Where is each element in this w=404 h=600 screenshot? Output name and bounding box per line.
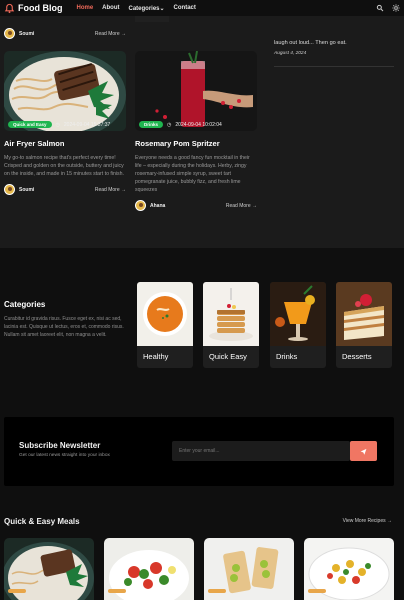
spritzer-drink-image <box>135 51 257 131</box>
recipe-card[interactable] <box>104 538 194 600</box>
author-name: Ahana <box>150 202 166 209</box>
post-image[interactable]: Quick and Easy ◷ 2024-09-04 15:37:37 <box>4 51 126 131</box>
brand-name: Food Blog <box>18 3 63 13</box>
author-name: Soumi <box>19 30 35 37</box>
newsletter-subtitle: Get our latest news straight into your i… <box>19 453 110 458</box>
cake-image <box>336 282 392 346</box>
quick-easy-heading: Quick & Easy Meals <box>4 517 80 526</box>
recipe-card[interactable] <box>4 538 94 600</box>
newsletter-section: Subscribe Newsletter Get our latest news… <box>4 417 394 486</box>
previous-card-edge <box>135 16 169 22</box>
read-more-link[interactable]: Read More → <box>226 203 257 209</box>
drinks-image <box>270 282 326 346</box>
card-footer: Soumi Read More → <box>4 184 126 196</box>
post-title[interactable]: Rosemary Pom Spritzer <box>135 139 257 148</box>
category-label: Drinks <box>276 352 298 361</box>
nav-contact[interactable]: Contact <box>174 5 196 12</box>
avatar <box>4 184 15 196</box>
post-meta: Drinks ◷ 2024-09-04 10:02:04 <box>139 121 222 128</box>
avatar <box>135 200 146 212</box>
post-card[interactable]: Drinks ◷ 2024-09-04 10:02:04 Rosemary Po… <box>135 51 257 212</box>
category-label: Healthy <box>143 352 169 361</box>
category-tag[interactable]: Quick and Easy <box>8 121 52 128</box>
category-label: Quick Easy <box>209 352 247 361</box>
clock-icon: ◷ <box>55 121 60 128</box>
send-icon <box>360 448 367 455</box>
category-tag[interactable]: Drinks <box>139 121 164 128</box>
nav-about[interactable]: About <box>102 5 119 12</box>
nav-categories-label: Categories <box>128 5 160 12</box>
email-field[interactable] <box>172 441 350 461</box>
nav-categories[interactable]: Categories⌄ <box>129 5 165 12</box>
category-card-drinks[interactable]: Drinks <box>270 282 326 368</box>
clock-icon: ◷ <box>167 121 172 128</box>
category-label: Desserts <box>342 352 372 361</box>
post-date: 2024-09-04 10:02:04 <box>175 121 222 128</box>
pancakes-image <box>203 282 259 346</box>
read-more-link[interactable]: Read More → <box>95 31 126 37</box>
recipe-card[interactable] <box>304 538 394 600</box>
top-nav: Food Blog Home About Categories⌄ Contact <box>0 0 404 16</box>
subscribe-button[interactable] <box>350 441 377 461</box>
recipe-badge <box>8 589 26 593</box>
post-card[interactable]: Quick and Easy ◷ 2024-09-04 15:37:37 Air… <box>4 51 126 196</box>
chevron-down-icon: ⌄ <box>159 5 165 12</box>
recipe-badge <box>108 589 126 593</box>
recipe-card[interactable] <box>204 538 294 600</box>
read-more-link[interactable]: Read More → <box>95 187 126 193</box>
sidebar-quote: laugh out loud... Then go eat. August 4,… <box>274 40 394 67</box>
category-card-healthy[interactable]: Healthy <box>137 282 193 368</box>
categories-section: Categories Curabitur id gravida risus. F… <box>0 270 404 380</box>
categories-description: Curabitur id gravida risus. Fusce eget e… <box>4 316 124 338</box>
post-meta: Quick and Easy ◷ 2024-09-04 15:37:37 <box>8 121 110 128</box>
search-icon[interactable] <box>376 4 384 12</box>
card-footer: Ahana Read More → <box>135 200 257 212</box>
salmon-dish-image <box>4 51 126 131</box>
recipe-badge <box>308 589 326 593</box>
category-card-quick-easy[interactable]: Quick Easy <box>203 282 259 368</box>
nav-links: Home About Categories⌄ Contact <box>77 5 196 12</box>
categories-heading: Categories <box>4 300 46 309</box>
newsletter-title: Subscribe Newsletter <box>19 441 101 450</box>
post-date: 2024-09-04 15:37:37 <box>63 121 111 128</box>
author-name: Soumi <box>19 186 35 193</box>
brand-logo[interactable]: Food Blog <box>4 3 63 14</box>
divider <box>274 66 394 67</box>
category-card-desserts[interactable]: Desserts <box>336 282 392 368</box>
sun-icon[interactable] <box>392 4 400 12</box>
post-excerpt: My go-to salmon recipe that's perfect ev… <box>4 155 124 178</box>
nav-icons <box>376 4 400 12</box>
avatar <box>4 28 15 39</box>
post-card-previous-footer: Soumi Read More → <box>4 28 126 39</box>
card-footer: Soumi Read More → <box>4 28 126 39</box>
nav-home[interactable]: Home <box>77 5 94 12</box>
latest-posts-section: Soumi Read More → Quick and Easy ◷ 2024-… <box>0 16 404 248</box>
recipe-badge <box>208 589 226 593</box>
post-excerpt: Everyone needs a good fancy fun mocktail… <box>135 155 250 194</box>
post-image[interactable]: Drinks ◷ 2024-09-04 10:02:04 <box>135 51 257 131</box>
quote-date: August 4, 2024 <box>274 51 307 56</box>
post-title[interactable]: Air Fryer Salmon <box>4 139 126 148</box>
soup-bowl-image <box>137 282 193 346</box>
view-more-recipes-link[interactable]: View More Recipes → <box>343 518 392 524</box>
bell-icon <box>4 3 15 13</box>
quote-text: laugh out loud... Then go eat. <box>274 40 347 46</box>
